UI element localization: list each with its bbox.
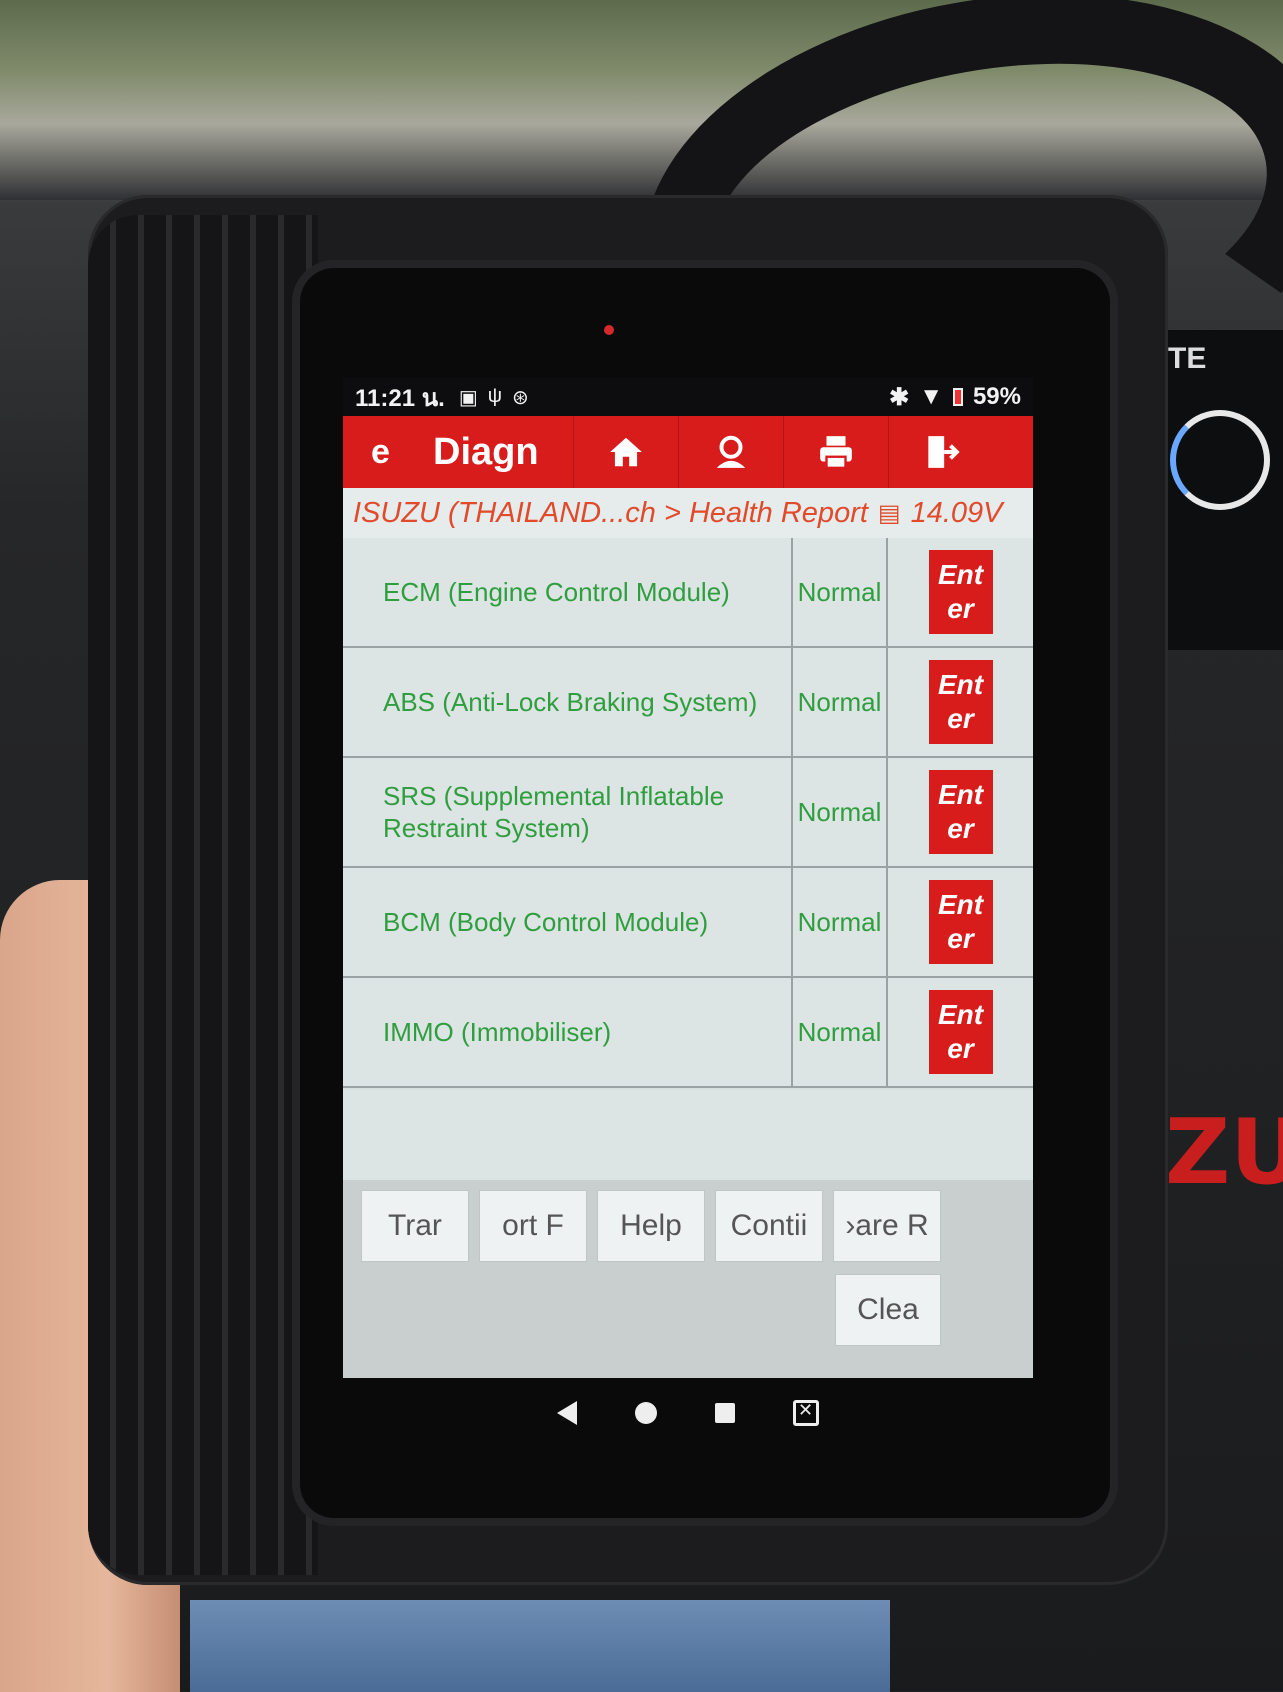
battery-level: 59% bbox=[972, 383, 1021, 410]
empty-list-area bbox=[343, 1090, 1033, 1180]
status-bar: 11:21 น. ▣ ψ ⊛ ✱ ▼ 59% bbox=[343, 378, 1033, 416]
action-cell: Ent er bbox=[888, 648, 1033, 756]
compare-button[interactable]: ›are R bbox=[833, 1190, 941, 1262]
cluster-label: TE bbox=[1168, 342, 1207, 375]
wifi-icon: ▼ bbox=[919, 383, 943, 410]
translate-button[interactable]: Trar bbox=[361, 1190, 469, 1262]
toolbar-left-label[interactable]: e bbox=[343, 433, 413, 472]
print-button[interactable] bbox=[783, 416, 888, 488]
module-status: Normal bbox=[793, 978, 888, 1086]
steering-logo: ZU bbox=[1165, 1100, 1283, 1205]
user-button[interactable] bbox=[678, 416, 783, 488]
print-icon bbox=[820, 436, 852, 470]
module-table: ECM (Engine Control Module) Normal Ent e… bbox=[343, 538, 1033, 1088]
calendar-icon[interactable]: ▤ bbox=[878, 499, 901, 528]
tablet-grip bbox=[88, 215, 318, 1575]
recents-icon[interactable] bbox=[715, 1403, 735, 1423]
action-cell: Ent er bbox=[888, 978, 1033, 1086]
module-name: ECM (Engine Control Module) bbox=[343, 538, 793, 646]
enter-button[interactable]: Ent er bbox=[928, 990, 993, 1074]
app-title: Diagn bbox=[433, 430, 539, 473]
screenshot-icon[interactable] bbox=[793, 1400, 819, 1426]
module-name: SRS (Supplemental Inflatable Restraint S… bbox=[343, 758, 793, 866]
battery-icon bbox=[952, 388, 963, 406]
continue-button[interactable]: Contii bbox=[715, 1190, 823, 1262]
home-icon bbox=[610, 437, 642, 467]
enter-button[interactable]: Ent er bbox=[928, 770, 993, 854]
action-cell: Ent er bbox=[888, 758, 1033, 866]
module-status: Normal bbox=[793, 648, 888, 756]
module-name: ABS (Anti-Lock Braking System) bbox=[343, 648, 793, 756]
camera-indicator bbox=[604, 325, 614, 335]
home-button[interactable] bbox=[573, 416, 678, 488]
breadcrumb-path: ISUZU (THAILAND...ch > Health Report bbox=[353, 496, 868, 529]
sync-icon: ⊛ bbox=[511, 386, 529, 409]
home-nav-icon[interactable] bbox=[635, 1402, 657, 1424]
lap bbox=[190, 1600, 890, 1692]
module-status: Normal bbox=[793, 538, 888, 646]
bottom-action-bar: Trar ort F Help Contii ›are R Clea bbox=[343, 1180, 1033, 1378]
module-status: Normal bbox=[793, 758, 888, 866]
calendar-icon: ▣ bbox=[458, 386, 478, 409]
table-row: ABS (Anti-Lock Braking System) Normal En… bbox=[343, 648, 1033, 758]
module-name: IMMO (Immobiliser) bbox=[343, 978, 793, 1086]
table-row: IMMO (Immobiliser) Normal Ent er bbox=[343, 978, 1033, 1088]
table-row: SRS (Supplemental Inflatable Restraint S… bbox=[343, 758, 1033, 868]
exit-button[interactable] bbox=[888, 416, 993, 488]
table-row: ECM (Engine Control Module) Normal Ent e… bbox=[343, 538, 1033, 648]
battery-voltage: 14.09V bbox=[910, 496, 1003, 529]
report-button[interactable]: ort F bbox=[479, 1190, 587, 1262]
back-icon[interactable] bbox=[557, 1401, 577, 1425]
tablet-screen: 11:21 น. ▣ ψ ⊛ ✱ ▼ 59% e Diagn ISUZU (TH… bbox=[343, 378, 1033, 1378]
help-button[interactable]: Help bbox=[597, 1190, 705, 1262]
app-toolbar: e Diagn bbox=[343, 416, 1033, 488]
action-cell: Ent er bbox=[888, 538, 1033, 646]
module-status: Normal bbox=[793, 868, 888, 976]
status-time: 11:21 น. bbox=[355, 384, 445, 412]
cluster-gauge bbox=[1170, 410, 1270, 510]
clear-button[interactable]: Clea bbox=[835, 1274, 941, 1346]
action-cell: Ent er bbox=[888, 868, 1033, 976]
enter-button[interactable]: Ent er bbox=[928, 880, 993, 964]
usb-icon: ψ bbox=[487, 384, 502, 407]
android-nav-bar bbox=[343, 1378, 1033, 1448]
exit-icon bbox=[928, 436, 960, 468]
breadcrumb: ISUZU (THAILAND...ch > Health Report ▤ 1… bbox=[343, 488, 1033, 538]
status-notification-icons: ▣ ψ ⊛ bbox=[459, 385, 529, 410]
enter-button[interactable]: Ent er bbox=[928, 660, 993, 744]
module-name: BCM (Body Control Module) bbox=[343, 868, 793, 976]
enter-button[interactable]: Ent er bbox=[928, 550, 993, 634]
status-system-icons: ✱ ▼ 59% bbox=[889, 383, 1021, 412]
table-row: BCM (Body Control Module) Normal Ent er bbox=[343, 868, 1033, 978]
user-icon bbox=[716, 435, 746, 468]
bluetooth-icon: ✱ bbox=[889, 383, 910, 411]
